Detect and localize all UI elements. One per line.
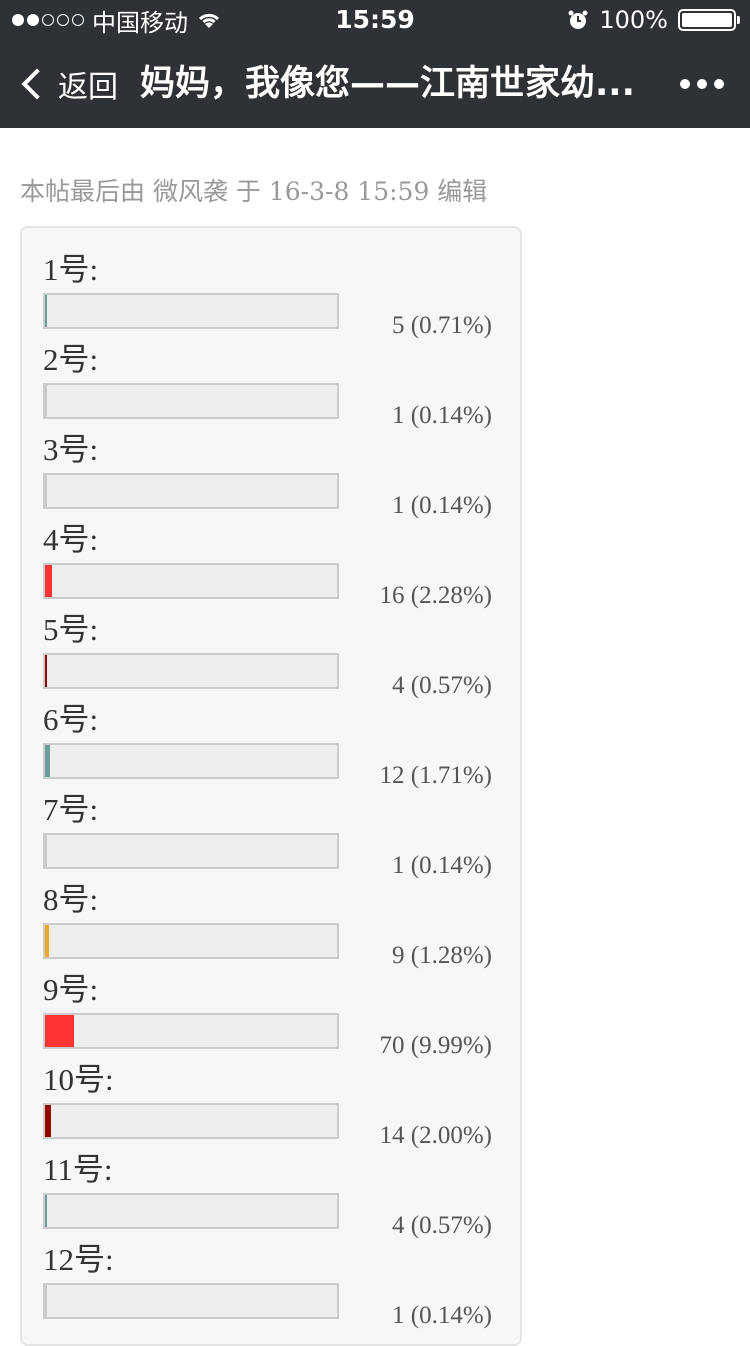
battery-icon <box>678 9 740 31</box>
poll-option-bar <box>43 383 339 419</box>
poll-option-bar-fill <box>45 1015 75 1047</box>
poll-option-bar <box>43 293 339 329</box>
poll-option-bar-fill <box>45 835 47 867</box>
poll-option-count: 4 (0.57%) <box>392 672 492 699</box>
battery-percent: 100% <box>599 6 668 34</box>
poll-option-count: 1 (0.14%) <box>392 402 492 429</box>
chevron-left-icon <box>21 68 53 100</box>
poll-option: 7号: 1 (0.14%) <box>22 790 520 880</box>
status-right: 100% <box>567 0 740 40</box>
back-label: 返回 <box>58 70 118 105</box>
more-dots-icon[interactable] <box>680 40 724 128</box>
poll-option-count: 16 (2.28%) <box>379 582 492 609</box>
nav-bar: 返回 妈妈，我像您——江南世家幼... <box>0 40 750 128</box>
poll-option-bar <box>43 743 339 779</box>
poll-option-bar <box>43 473 339 509</box>
poll-option-label: 8号: <box>43 882 99 917</box>
poll-option: 4号: 16 (2.28%) <box>22 520 520 610</box>
poll-option-bar-fill <box>45 1105 51 1137</box>
alarm-icon <box>568 10 588 29</box>
poll-option-bar-fill <box>45 1285 47 1317</box>
poll-option-label: 12号: <box>43 1242 114 1277</box>
poll-option-bar <box>43 563 339 599</box>
poll-option-bar <box>43 833 339 869</box>
poll-results: 1号: 5 (0.71%) 2号: 1 (0.14%) 3号: 1 (0.14%) 4号: 1… <box>20 226 522 1346</box>
poll-option-label: 5号: <box>43 612 99 647</box>
poll-option-bar-fill <box>45 565 52 597</box>
poll-option-bar-fill <box>45 385 47 417</box>
poll-option-bar <box>43 1103 339 1139</box>
poll-option-label: 11号: <box>43 1152 113 1187</box>
poll-option-label: 1号: <box>43 252 99 287</box>
poll-option: 5号: 4 (0.57%) <box>22 610 520 700</box>
poll-option-count: 14 (2.00%) <box>379 1122 492 1149</box>
poll-option-count: 1 (0.14%) <box>392 1302 492 1329</box>
poll-option-count: 12 (1.71%) <box>379 762 492 789</box>
poll-option-bar <box>43 1193 339 1229</box>
poll-option-count: 1 (0.14%) <box>392 492 492 519</box>
poll-option: 8号: 9 (1.28%) <box>22 880 520 970</box>
poll-option: 10号: 14 (2.00%) <box>22 1060 520 1150</box>
edit-note: 本帖最后由 微风袭 于 16-3-8 15:59 编辑 <box>20 177 488 206</box>
poll-option-count: 5 (0.71%) <box>392 312 492 339</box>
poll-option-count: 4 (0.57%) <box>392 1212 492 1239</box>
poll-option-bar <box>43 653 339 689</box>
poll-option: 6号: 12 (1.71%) <box>22 700 520 790</box>
poll-option: 12号: 1 (0.14%) <box>22 1240 520 1330</box>
poll-option-label: 2号: <box>43 342 99 377</box>
poll-option-label: 6号: <box>43 702 99 737</box>
poll-option: 9号: 70 (9.99%) <box>22 970 520 1060</box>
poll-option: 3号: 1 (0.14%) <box>22 430 520 520</box>
poll-option-label: 9号: <box>43 972 99 1007</box>
poll-option-bar-fill <box>45 1195 47 1227</box>
poll-option-label: 7号: <box>43 792 99 827</box>
poll-option-label: 10号: <box>43 1062 114 1097</box>
poll-option-count: 9 (1.28%) <box>392 942 492 969</box>
back-button[interactable]: 返回 <box>18 40 118 128</box>
poll-option: 1号: 5 (0.71%) <box>22 250 520 340</box>
poll-option-bar <box>43 1283 339 1319</box>
poll-option-bar <box>43 923 339 959</box>
poll-option-bar-fill <box>45 475 47 507</box>
poll-option-count: 70 (9.99%) <box>379 1032 492 1059</box>
poll-option-label: 4号: <box>43 522 99 557</box>
status-bar: 中国移动 15:59 100% <box>0 0 750 40</box>
poll-option-bar-fill <box>45 925 49 957</box>
poll-option-bar <box>43 1013 339 1049</box>
poll-option-bar-fill <box>45 745 50 777</box>
poll-option-bar-fill <box>45 655 47 687</box>
poll-option: 2号: 1 (0.14%) <box>22 340 520 430</box>
page-title: 妈妈，我像您——江南世家幼... <box>140 64 635 104</box>
poll-option-label: 3号: <box>43 432 99 467</box>
poll-option-count: 1 (0.14%) <box>392 852 492 879</box>
poll-option: 11号: 4 (0.57%) <box>22 1150 520 1240</box>
poll-option-bar-fill <box>45 295 48 327</box>
